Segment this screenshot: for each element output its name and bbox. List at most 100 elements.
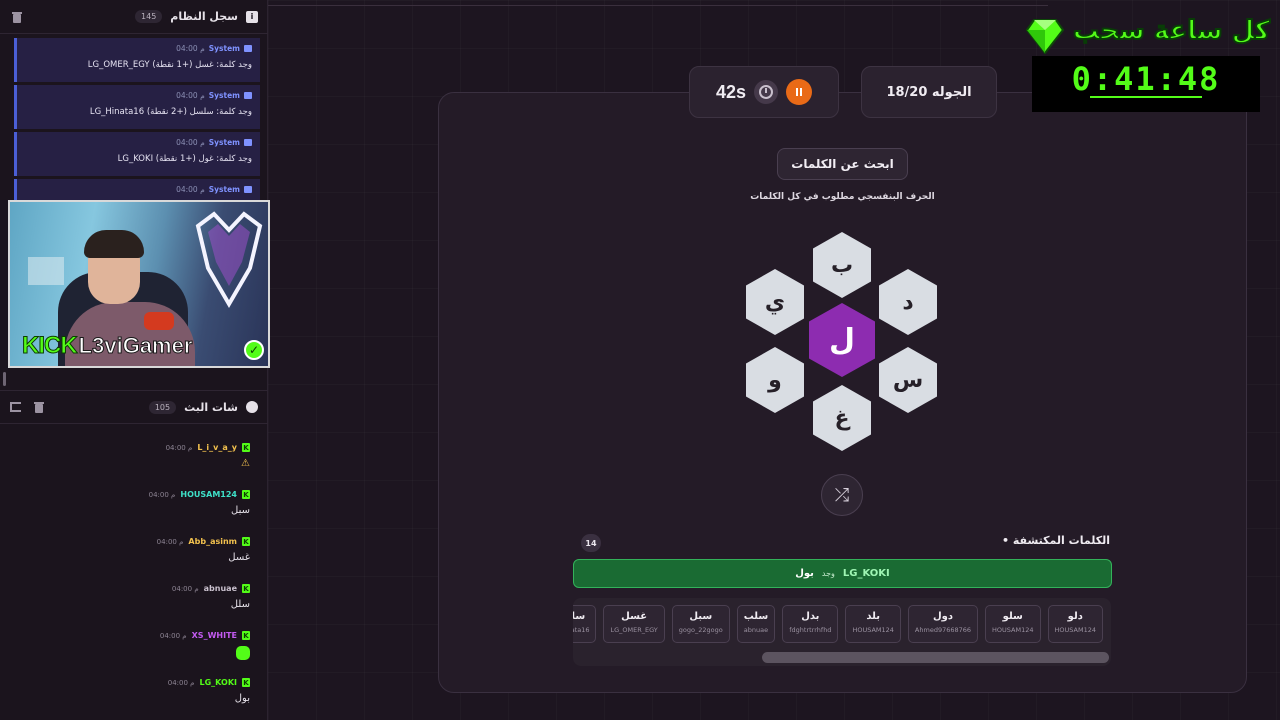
word-card: سلسل LG_Hinata16	[573, 605, 597, 643]
chat-message: 04:00 م abnuae K سلل	[0, 576, 268, 623]
word: سلسل	[573, 611, 586, 622]
word: بلد	[866, 611, 880, 622]
chat-username[interactable]: Abb_asinm	[188, 537, 237, 546]
log-text: LG_KOKI وجد كلمة: غول (+1 نقطة)	[117, 154, 252, 164]
shuffle-icon: ⤮	[834, 484, 850, 506]
word-finder: HOUSAM124	[1054, 626, 1096, 634]
chat-message: 04:00 م XS_WHITE K	[0, 623, 268, 670]
system-log-header: 145 سجل النظام i	[0, 0, 268, 34]
word: سلب	[743, 611, 769, 622]
log-text: LG_OMER_EGY وجد كلمة: غسل (+1 نقطة)	[87, 60, 252, 70]
chat-time: 04:00 م	[167, 678, 195, 687]
word-card: دول Ahmed97668766	[907, 605, 979, 643]
word-card: بلد HOUSAM124	[845, 605, 901, 643]
chat-text	[18, 646, 250, 663]
shuffle-button[interactable]: ⤮	[821, 474, 863, 516]
log-time: 04:00 م	[176, 185, 205, 194]
kick-badge-icon: K	[242, 490, 250, 499]
chat-time: 04:00 م	[171, 584, 199, 593]
chat-title: شات البث	[184, 400, 238, 414]
draw-timer: 0:41:48	[1071, 60, 1221, 98]
chat-message: 04:00 م LG_KOKI K بول	[0, 670, 268, 717]
word-finder: gogo_22gogo	[678, 626, 723, 634]
log-source: System	[208, 185, 240, 194]
system-icon	[244, 92, 252, 99]
kick-badge-icon: K	[242, 443, 250, 452]
kick-badge-icon: K	[242, 631, 250, 640]
pause-button[interactable]	[786, 79, 813, 105]
neon-heart-icon	[195, 211, 263, 308]
system-icon	[244, 186, 252, 193]
chat-username[interactable]: abnuae	[204, 584, 237, 593]
log-source: System	[208, 138, 240, 147]
chat-count: 105	[148, 400, 177, 414]
chat-username[interactable]: LG_KOKI	[200, 678, 237, 687]
chat-username[interactable]: HOUSAM124	[180, 490, 237, 499]
system-log-title: سجل النظام	[170, 10, 238, 23]
system-icon	[244, 139, 252, 146]
clear-log-trash-icon[interactable]	[12, 12, 22, 23]
horizontal-scrollbar[interactable]	[762, 652, 1109, 663]
chat-message: 04:00 م Abb_asinm K غسل	[0, 529, 268, 576]
find-words-button[interactable]: ابحث عن الكلمات	[777, 148, 908, 180]
found-words-title: • الكلمات المكتشفة	[1002, 534, 1110, 547]
latest-found-banner: بول وجد LG_KOKI	[573, 559, 1112, 588]
emote-icon	[236, 646, 250, 660]
chat-text: غسل	[228, 552, 250, 563]
divider	[268, 5, 1048, 6]
banner-user: LG_KOKI	[842, 568, 890, 579]
verified-check-icon: ✓	[244, 340, 264, 360]
info-icon: i	[246, 10, 258, 23]
draw-title: كل ساعة سحب	[1072, 15, 1271, 47]
channel-label: KICK L3viGamer	[22, 332, 193, 360]
chat-text: ⚠	[241, 458, 250, 469]
channel-name: L3viGamer	[78, 333, 193, 359]
log-entry: 04:00 م System LG_Hinata16 وجد كلمة: سلسل…	[14, 85, 260, 129]
round-indicator: الجوله 18/20	[861, 66, 997, 118]
word: دول	[932, 611, 953, 622]
draw-timer-box: 0:41:48	[1032, 56, 1260, 112]
word-card: سبل gogo_22gogo	[671, 605, 730, 643]
hint-text: الحرف البنفسجي مطلوب في كل الكلمات	[750, 192, 935, 202]
log-source: System	[208, 44, 240, 53]
kick-badge-icon: K	[242, 537, 250, 546]
word: بدل	[801, 611, 820, 622]
list-settings-icon[interactable]	[10, 402, 21, 412]
chat-bubble-icon	[246, 401, 258, 413]
kick-logo: KICK	[22, 332, 79, 360]
log-time: 04:00 م	[176, 138, 205, 147]
word-card: سلب abnuae	[736, 605, 776, 643]
word-finder: HOUSAM124	[852, 626, 894, 634]
system-log-count: 145	[135, 10, 163, 23]
timer-pill: 42s	[689, 66, 839, 118]
word-card: سلو HOUSAM124	[985, 605, 1041, 643]
chat-username[interactable]: L_i_v_a_y	[197, 443, 237, 452]
chat-time: 04:00 م	[159, 631, 187, 640]
clock-icon	[754, 80, 779, 104]
shelf	[28, 257, 64, 285]
timer-underline	[1090, 96, 1202, 98]
scrollbar[interactable]	[3, 372, 6, 386]
system-log-list: 04:00 م System LG_OMER_EGY وجد كلمة: غسل …	[14, 38, 260, 203]
log-text: LG_Hinata16 وجد كلمة: سلسل (+2 نقطة)	[89, 107, 252, 117]
gem-icon	[1026, 19, 1064, 54]
word-finder: LG_Hinata16	[573, 626, 590, 634]
kick-badge-icon: K	[242, 584, 250, 593]
word-finder: HOUSAM124	[992, 626, 1034, 634]
hourly-draw-overlay: 0:41:48 كل ساعة سحب	[1026, 10, 1271, 112]
chat-text: بول	[234, 693, 250, 704]
chat-text: سبل	[231, 505, 250, 516]
timer-value: 42s	[715, 81, 747, 102]
word-card: غسل LG_OMER_EGY	[603, 605, 665, 643]
clear-chat-trash-icon[interactable]	[34, 402, 44, 413]
word-finder: LG_OMER_EGY	[610, 626, 658, 634]
word-finder: Ahmed97668766	[914, 626, 972, 634]
banner-word: بول	[795, 568, 814, 579]
chat-time: 04:00 م	[148, 490, 176, 499]
log-entry: 04:00 م System LG_OMER_EGY وجد كلمة: غسل …	[14, 38, 260, 82]
chat-username[interactable]: XS_WHITE	[192, 631, 237, 640]
word: دلو	[1067, 611, 1083, 622]
kick-badge-icon: K	[242, 678, 250, 687]
log-source: System	[208, 91, 240, 100]
chat-text: سلل	[230, 599, 250, 610]
